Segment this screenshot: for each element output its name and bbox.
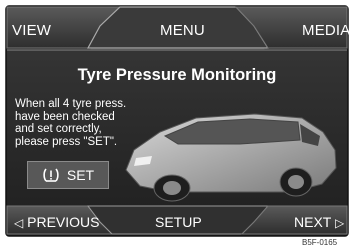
triangle-left-icon: ◁ <box>14 216 24 230</box>
next-label: NEXT <box>294 214 332 230</box>
infotainment-screen: VIEW MENU MEDIA Tyre Pressure Monitoring… <box>0 0 354 249</box>
tab-view[interactable]: VIEW <box>12 22 51 39</box>
next-button[interactable]: NEXT ▷ <box>294 214 344 230</box>
tyre-pressure-warning-icon <box>43 168 59 182</box>
set-button-label: SET <box>66 167 95 183</box>
previous-label: PREVIOUS <box>27 214 100 230</box>
image-code: B5F-0165 <box>300 238 340 247</box>
previous-button[interactable]: ◁ PREVIOUS <box>14 214 99 230</box>
setup-button[interactable]: SETUP <box>155 214 202 230</box>
tab-media[interactable]: MEDIA <box>302 22 351 39</box>
instruction-text: When all 4 tyre press. have been checked… <box>15 98 175 148</box>
page-title: Tyre Pressure Monitoring <box>77 66 277 84</box>
triangle-right-icon: ▷ <box>334 216 345 230</box>
instruction-line: have been checked <box>15 110 115 123</box>
instruction-line: please press "SET". <box>15 135 118 148</box>
instruction-line: and set correctly, <box>15 123 102 136</box>
instruction-line: When all 4 tyre press. <box>15 98 127 110</box>
set-button[interactable]: SET <box>27 161 109 189</box>
tab-menu[interactable]: MENU <box>160 22 205 39</box>
